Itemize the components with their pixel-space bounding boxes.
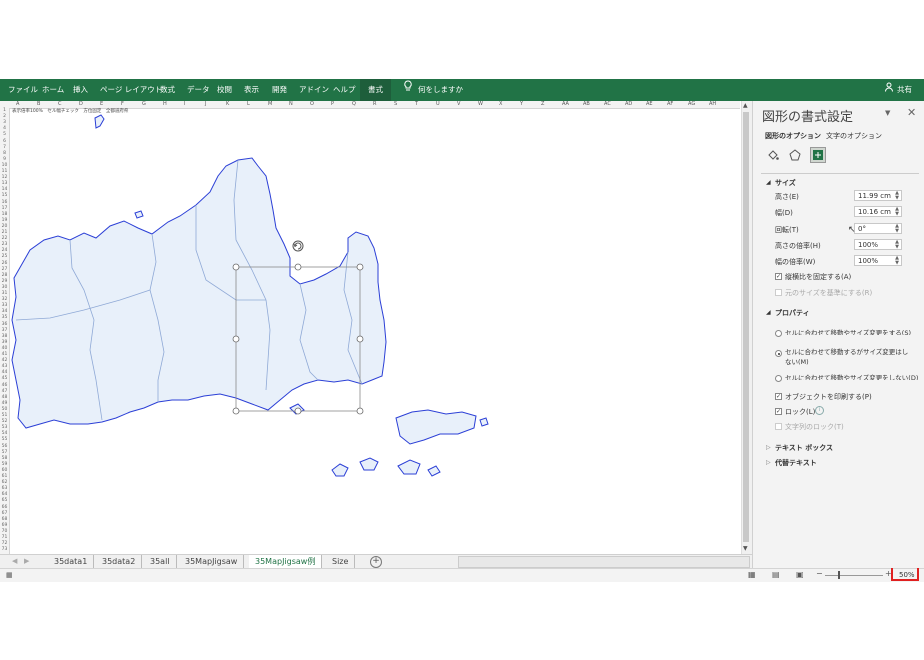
move-size-with-cells-radio[interactable]	[775, 330, 782, 337]
height-label: 高さ(E)	[775, 193, 799, 201]
status-bar: ▦ ▦ ▤ ▣ − + 50%	[0, 568, 924, 582]
add-sheet-icon[interactable]: +	[370, 556, 382, 568]
lock-checkbox[interactable]: ✓	[775, 408, 782, 415]
map-island	[359, 457, 379, 471]
text-lock-checkbox[interactable]	[775, 423, 782, 430]
map-island	[134, 210, 144, 219]
height-value: 11.99 cm	[858, 192, 891, 200]
width-label: 幅(D)	[775, 209, 793, 217]
share-icon[interactable]	[885, 79, 894, 101]
relative-original-label: 元のサイズを基準にする(R)	[785, 289, 873, 297]
width-value: 10.16 cm	[858, 208, 891, 216]
scale-width-label: 幅の倍率(W)	[775, 258, 816, 266]
sheet-tab[interactable]: 35all	[144, 555, 177, 569]
scale-width-input[interactable]: 100% ▲ ▼	[854, 255, 902, 266]
mouse-cursor-icon: ↖	[848, 225, 856, 235]
zoom-out-icon[interactable]: −	[816, 569, 823, 578]
collapse-arrow-icon[interactable]: ◢	[766, 179, 771, 186]
print-object-checkbox[interactable]: ✓	[775, 393, 782, 400]
tab-text-options[interactable]: 文字のオプション	[826, 131, 882, 141]
effects-icon[interactable]	[789, 149, 801, 163]
size-properties-icon[interactable]	[810, 147, 826, 163]
scroll-down-icon[interactable]: ▼	[743, 545, 748, 552]
spinner-icon[interactable]: ▲ ▼	[895, 224, 899, 234]
sheet-tab[interactable]: 35MapJigsaw	[179, 555, 245, 569]
fill-line-icon[interactable]	[767, 149, 779, 163]
spinner-icon[interactable]: ▲ ▼	[895, 191, 899, 201]
spinner-icon[interactable]: ▲ ▼	[895, 256, 899, 266]
tab-shape-options[interactable]: 図形のオプション	[765, 131, 821, 141]
print-object-label: オブジェクトを印刷する(P)	[785, 393, 872, 401]
pane-divider	[761, 173, 919, 174]
yamaguchi-map-shape[interactable]	[0, 0, 740, 554]
width-input[interactable]: 10.16 cm ▲ ▼	[854, 206, 902, 217]
alt-text-section-header[interactable]: 代替テキスト	[775, 458, 817, 468]
relative-original-checkbox[interactable]	[775, 289, 782, 296]
rotation-value: 0°	[858, 225, 866, 233]
expand-arrow-icon[interactable]: ▷	[766, 459, 771, 466]
share-button[interactable]: 共有	[897, 79, 912, 101]
move-no-size-radio[interactable]	[775, 350, 782, 357]
height-input[interactable]: 11.99 cm ▲ ▼	[854, 190, 902, 201]
sheet-tab[interactable]: 35data1	[48, 555, 95, 569]
rotate-handle-icon[interactable]	[292, 240, 304, 252]
lock-label: ロック(L)	[785, 408, 816, 416]
no-move-no-size-radio[interactable]	[775, 375, 782, 382]
map-island	[427, 465, 441, 477]
map-island	[397, 459, 421, 475]
collapse-arrow-icon[interactable]: ◢	[766, 309, 771, 316]
move-no-size-label-line2: ない(M)	[785, 358, 809, 366]
lock-ratio-label: 縦横比を固定する(A)	[785, 273, 852, 281]
scale-height-label: 高さの倍率(H)	[775, 242, 821, 250]
vertical-scroll-thumb[interactable]	[743, 112, 749, 542]
normal-view-icon[interactable]: ▦	[748, 570, 756, 579]
zoom-slider-thumb[interactable]	[838, 571, 840, 579]
rotation-input[interactable]: 0° ▲ ▼	[854, 223, 902, 234]
pane-close-icon[interactable]: ✕	[907, 106, 916, 119]
format-shape-pane: 図形の書式設定 ▼ ✕ 図形のオプション 文字のオプション ◢ サイズ 高さ(E…	[752, 101, 924, 568]
textbox-section-header[interactable]: テキスト ボックス	[775, 443, 833, 453]
expand-arrow-icon[interactable]: ▷	[766, 444, 771, 451]
text-lock-label: 文字列のロック(T)	[785, 423, 844, 431]
move-no-size-label-line1: セルに合わせて移動するがサイズ変更はし	[785, 348, 909, 356]
map-island	[94, 114, 105, 129]
map-island	[395, 409, 477, 445]
scale-height-input[interactable]: 100% ▲ ▼	[854, 239, 902, 250]
spinner-icon[interactable]: ▲ ▼	[895, 240, 899, 250]
sheet-tab[interactable]: Size	[326, 555, 356, 569]
map-island	[479, 417, 489, 427]
sheet-tab[interactable]: 35data2	[96, 555, 143, 569]
rotation-label: 回転(T)	[775, 226, 799, 234]
size-section-header[interactable]: サイズ	[775, 178, 796, 188]
map-mainland	[11, 157, 387, 429]
spinner-icon[interactable]: ▲ ▼	[895, 207, 899, 217]
properties-section-header[interactable]: プロパティ	[775, 308, 810, 318]
tab-scroll-left-icon[interactable]: ◀	[12, 557, 17, 565]
info-icon[interactable]: i	[815, 406, 824, 415]
map-island	[331, 463, 349, 477]
scroll-up-icon[interactable]: ▲	[743, 102, 748, 109]
scale-height-value: 100%	[858, 241, 879, 249]
page-break-view-icon[interactable]: ▣	[796, 570, 804, 579]
pane-title: 図形の書式設定	[762, 110, 854, 125]
scale-width-value: 100%	[858, 257, 879, 265]
pane-options-dropdown-icon[interactable]: ▼	[885, 109, 890, 117]
lock-ratio-checkbox[interactable]: ✓	[775, 273, 782, 280]
move-size-with-cells-label: セルに合わせて移動やサイズ変更をする(S)	[785, 329, 912, 335]
horizontal-scrollbar[interactable]	[458, 556, 750, 568]
macro-record-icon[interactable]: ▦	[6, 571, 13, 579]
no-move-no-size-label: セルに合わせて移動やサイズ変更をしない(D)	[785, 374, 919, 380]
page-layout-view-icon[interactable]: ▤	[772, 570, 780, 579]
zoom-slider[interactable]	[825, 575, 883, 576]
tab-scroll-right-icon[interactable]: ▶	[24, 557, 29, 565]
